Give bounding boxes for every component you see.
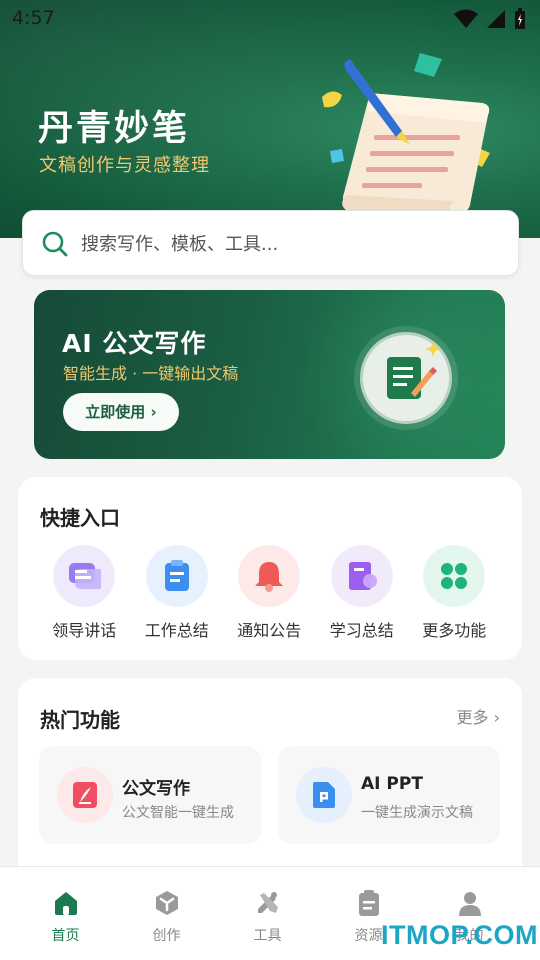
search-input[interactable]	[81, 227, 501, 261]
clipboard-list-icon	[358, 890, 379, 916]
nav-tools[interactable]: 工具	[217, 867, 318, 960]
user-icon	[458, 892, 481, 916]
book-icon	[330, 545, 393, 607]
header-banner: 4:57 丹青妙笔 文稿创作与灵感整理	[0, 0, 540, 238]
clipboard-icon	[145, 545, 208, 607]
watermark: ITMOP.COM	[381, 920, 539, 950]
quick-item-work-summary[interactable]: 工作总结	[131, 545, 224, 641]
speech-bubble-icon	[53, 545, 116, 607]
more-link[interactable]: 更多 ›	[457, 704, 501, 728]
ppt-doc-icon	[296, 767, 352, 823]
search-bar[interactable]	[22, 210, 519, 276]
hot-features-title: 热门功能	[40, 708, 120, 732]
banner-title: AI 公文写作	[62, 329, 207, 358]
ai-writing-banner[interactable]: AI 公文写作 智能生成 · 一键输出文稿 立即使用 ›	[34, 290, 505, 459]
status-time: 4:57	[12, 7, 55, 29]
quick-item-notice[interactable]: 通知公告	[223, 545, 316, 641]
bell-icon	[238, 545, 301, 607]
signal-icon	[487, 10, 505, 28]
quick-item-leader-speech[interactable]: 领导讲话	[38, 545, 131, 641]
feature-official-writing[interactable]: 公文写作 公文智能一键生成	[39, 746, 261, 844]
quick-item-more[interactable]: 更多功能	[408, 545, 501, 641]
quick-entry-title: 快捷入口	[40, 506, 120, 530]
clover-grid-icon	[423, 545, 486, 607]
tools-icon	[257, 892, 278, 913]
nav-home[interactable]: 首页	[15, 867, 116, 960]
wifi-icon	[454, 9, 478, 28]
app-subtitle: 文稿创作与灵感整理	[39, 155, 210, 176]
battery-icon	[515, 8, 525, 29]
app-title: 丹青妙笔	[38, 109, 191, 149]
search-icon	[42, 231, 68, 257]
use-now-button[interactable]: 立即使用 ›	[63, 393, 179, 431]
status-bar: 4:57	[0, 0, 540, 36]
scroll-pen-illustration	[322, 53, 490, 219]
feature-ai-ppt[interactable]: AI PPT 一键生成演示文稿	[278, 746, 500, 844]
notepad-icon	[360, 332, 452, 424]
home-icon	[54, 892, 77, 915]
quick-entry-card: 快捷入口 领导讲话 工作总结 通知公告 学习总结 更多功能	[18, 477, 522, 660]
banner-subtitle: 智能生成 · 一键输出文稿	[63, 364, 239, 383]
nav-create[interactable]: 创作	[116, 867, 217, 960]
cube-icon	[155, 891, 178, 915]
quick-item-study-summary[interactable]: 学习总结	[316, 545, 409, 641]
pen-doc-icon	[57, 767, 113, 823]
